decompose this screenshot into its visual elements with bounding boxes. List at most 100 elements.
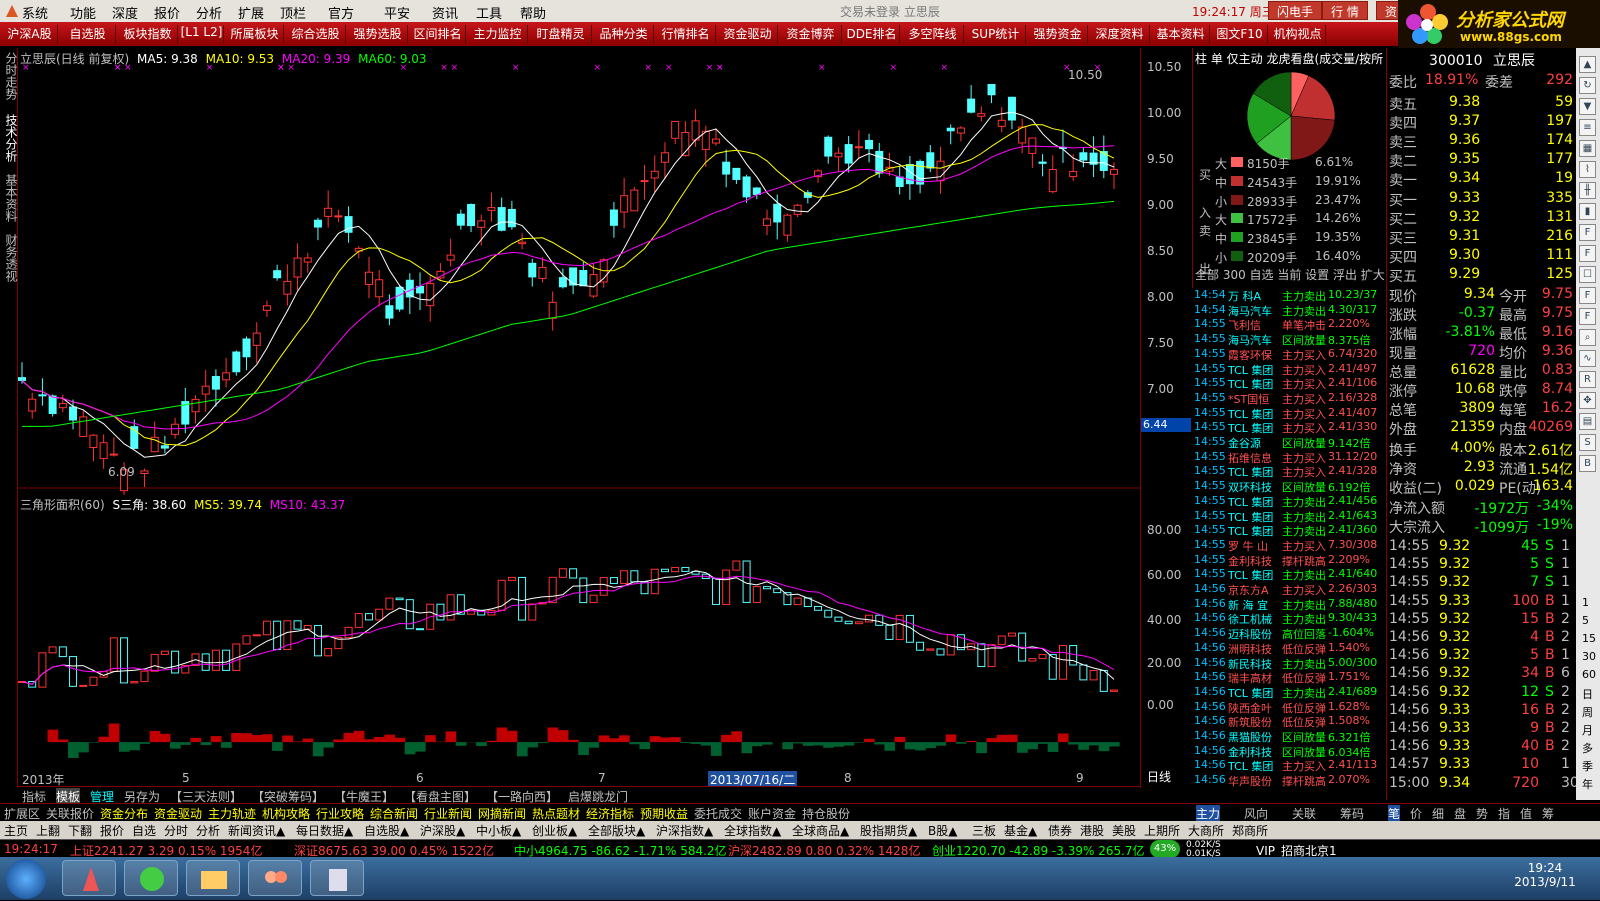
alert-row[interactable]: 14:56新 海 宜主力卖出7.88/480: [1194, 597, 1384, 612]
alert-row[interactable]: 14:56TCL 集团主力卖出2.41/689: [1194, 685, 1384, 700]
alert-row[interactable]: 14:55拓维信息主力买入31.12/20: [1194, 450, 1384, 465]
period-shortcut[interactable]: 5: [1582, 614, 1589, 627]
toolbar-button[interactable]: 图文F10: [1212, 25, 1268, 43]
b-icon[interactable]: B: [1579, 455, 1596, 472]
info-tab[interactable]: 资金驱动: [154, 805, 202, 822]
market-tab[interactable]: 三板: [972, 822, 996, 839]
menu-item[interactable]: 顶栏: [280, 3, 306, 22]
info-tab[interactable]: 综合新闻: [370, 805, 418, 822]
alert-row[interactable]: 14:54万 科A主力卖出10.23/37: [1194, 288, 1384, 303]
alert-row[interactable]: 14:56瑞丰高材低位反弹1.751%: [1194, 670, 1384, 685]
market-tab[interactable]: 每日数据▲: [296, 822, 353, 839]
period-shortcut[interactable]: 周: [1582, 704, 1593, 720]
taskbar-users-icon[interactable]: [248, 860, 302, 896]
flash-trade-button[interactable]: 闪电手: [1268, 1, 1322, 20]
flow-panel-header[interactable]: 柱 单 仅主动 龙虎看盘(成交量/按所: [1195, 50, 1383, 67]
period-shortcut[interactable]: 60: [1582, 668, 1596, 681]
toolbar-button[interactable]: 板块指数: [118, 25, 178, 43]
info-tab[interactable]: 行业攻略: [316, 805, 364, 822]
compass-icon[interactable]: ✥: [1579, 392, 1596, 409]
alert-row[interactable]: 14:55双环科技区间放量6.192倍: [1194, 479, 1384, 494]
info-tab[interactable]: 持仓股份: [802, 805, 850, 822]
toolbar-button[interactable]: 品种分类: [594, 25, 654, 43]
alert-row[interactable]: 14:56陕西金叶低位反弹1.628%: [1194, 700, 1384, 715]
toolbar-button[interactable]: 综合选股: [286, 25, 346, 43]
taskbar-folder-icon[interactable]: [186, 860, 240, 896]
side-panel-tab[interactable]: 筹码: [1340, 805, 1364, 822]
market-tab[interactable]: 全球商品▲: [792, 822, 849, 839]
f10-icon[interactable]: F: [1579, 224, 1596, 241]
toolbar-button[interactable]: 资金驱动: [718, 25, 778, 43]
side-panel-tab[interactable]: 筹: [1542, 805, 1554, 822]
toolbar-button[interactable]: 行情排名: [656, 25, 716, 43]
alert-row[interactable]: 14:55*ST国恒主力买入2.16/328: [1194, 391, 1384, 406]
alert-row[interactable]: 14:55TCL 集团主力卖出2.41/360: [1194, 523, 1384, 538]
market-tab[interactable]: 下翻: [68, 822, 92, 839]
alert-row[interactable]: 14:56TCL 集团主力买入2.41/113: [1194, 758, 1384, 773]
toolbar-button[interactable]: 强势选股: [348, 25, 408, 43]
market-tab[interactable]: 沪深股▲: [420, 822, 465, 839]
period-shortcut[interactable]: 季: [1582, 758, 1593, 774]
info-tab[interactable]: 行业新闻: [424, 805, 472, 822]
menu-item[interactable]: 分析: [196, 3, 222, 22]
taskbar-notes-icon[interactable]: [310, 860, 364, 896]
alert-row[interactable]: 14:55TCL 集团主力买入2.41/407: [1194, 406, 1384, 421]
alert-row[interactable]: 14:54海马汽车主力卖出4.30/317: [1194, 303, 1384, 318]
info-tab[interactable]: 账户资金: [748, 805, 796, 822]
period-shortcut[interactable]: 多: [1582, 740, 1593, 756]
alert-row[interactable]: 14:55海马汽车区间放量8.375倍: [1194, 332, 1384, 347]
market-tab[interactable]: 全部版块▲: [588, 822, 645, 839]
period-shortcut[interactable]: 日: [1582, 686, 1593, 702]
menu-item[interactable]: 深度: [112, 3, 138, 22]
market-tab[interactable]: 美股: [1112, 822, 1136, 839]
tab-technical[interactable]: 技术分析: [1, 114, 17, 162]
toolbar-button[interactable]: 沪深A股: [2, 25, 58, 43]
alert-row[interactable]: 14:56迈科股份高位回落-1.604%: [1194, 626, 1384, 641]
market-tab[interactable]: 债券: [1048, 822, 1072, 839]
menu-item[interactable]: 资讯: [432, 3, 458, 22]
flow-panel-footer[interactable]: 全部 300 自选 当前 设置 浮出 扩大: [1195, 266, 1385, 283]
wave-icon[interactable]: ∿: [1579, 350, 1596, 367]
period-shortcut[interactable]: 月: [1582, 722, 1593, 738]
side-panel-tab[interactable]: 盘: [1454, 805, 1466, 822]
side-panel-tab[interactable]: 风向: [1244, 805, 1268, 822]
quote-button[interactable]: 行 情: [1322, 1, 1368, 20]
alert-row[interactable]: 14:56新民科技主力卖出5.00/300: [1194, 656, 1384, 671]
alert-row[interactable]: 14:55飞利信单笔冲击2.220%: [1194, 317, 1384, 332]
market-tab[interactable]: 上翻: [36, 822, 60, 839]
side-panel-tab[interactable]: 笔: [1388, 805, 1400, 822]
alert-row[interactable]: 14:55罗 牛 山主力买入7.30/308: [1194, 538, 1384, 553]
toolbar-button[interactable]: SUP统计: [966, 25, 1026, 43]
alert-row[interactable]: 14:56金利科技区间放量6.034倍: [1194, 744, 1384, 759]
menu-item[interactable]: 工具: [476, 3, 502, 22]
market-tab[interactable]: 报价: [100, 822, 124, 839]
taskbar-clock[interactable]: 19:24 2013/9/11: [1500, 861, 1590, 889]
info-tab[interactable]: 扩展区: [4, 805, 40, 822]
alert-row[interactable]: 14:55金利科技撑杆跳高2.209%: [1194, 553, 1384, 568]
refresh-icon[interactable]: ↻: [1579, 77, 1596, 94]
down-arrow-icon[interactable]: ▼: [1579, 98, 1596, 115]
toolbar-button[interactable]: 强势资金: [1028, 25, 1088, 43]
taskbar-app-icon[interactable]: [62, 860, 116, 896]
alert-row[interactable]: 14:56华声股份撑杆跳高2.070%: [1194, 773, 1384, 788]
market-tab[interactable]: 中小板▲: [476, 822, 521, 839]
market-tab[interactable]: 全球指数▲: [724, 822, 781, 839]
alert-row[interactable]: 14:55TCL 集团主力卖出2.41/456: [1194, 494, 1384, 509]
market-tab[interactable]: 自选股▲: [364, 822, 409, 839]
market-tab[interactable]: B股▲: [928, 822, 957, 839]
toolbar-button[interactable]: DDE排名: [844, 25, 900, 43]
period-shortcut[interactable]: 15: [1582, 632, 1596, 645]
menu-item[interactable]: 帮助: [520, 3, 546, 22]
info-tab[interactable]: 热点题材: [532, 805, 580, 822]
s-icon[interactable]: S: [1579, 434, 1596, 451]
side-panel-tab[interactable]: 价: [1410, 805, 1422, 822]
market-tab[interactable]: 上期所: [1144, 822, 1180, 839]
period-shortcut[interactable]: 30: [1582, 650, 1596, 663]
toolbar-button[interactable]: 所属板块: [226, 25, 284, 43]
line-chart-icon[interactable]: ⌇: [1579, 161, 1596, 178]
rsi-icon[interactable]: R: [1579, 371, 1596, 388]
market-alert-list[interactable]: 14:54万 科A主力卖出10.23/3714:54海马汽车主力卖出4.30/3…: [1192, 288, 1386, 800]
market-tab[interactable]: 沪深指数▲: [656, 822, 713, 839]
toolbar-button[interactable]: 机构视点: [1270, 25, 1326, 43]
info-tab[interactable]: 关联报价: [46, 805, 94, 822]
